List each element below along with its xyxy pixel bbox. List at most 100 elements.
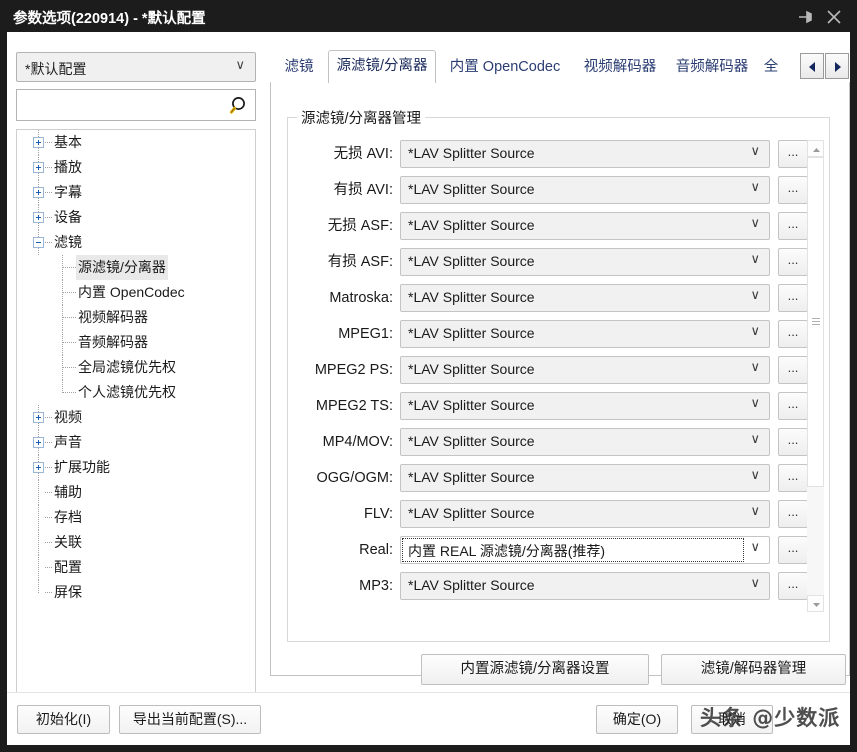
- filter-row-browse-button[interactable]: ...: [778, 536, 808, 564]
- tree-item-label: 源滤镜/分离器: [76, 255, 168, 280]
- filter-row-browse-button[interactable]: ...: [778, 428, 808, 456]
- tab-item[interactable]: 音频解码器: [666, 54, 758, 82]
- tree-item[interactable]: 视频解码器: [17, 305, 255, 330]
- tree-item-label: 设备: [54, 209, 82, 225]
- filter-row-combobox[interactable]: *LAV Splitter Source ∨: [400, 212, 770, 240]
- tree-item[interactable]: 音频解码器: [17, 330, 255, 355]
- tree-item[interactable]: 声音: [17, 430, 255, 455]
- tree-item[interactable]: 全局滤镜优先权: [17, 355, 255, 380]
- settings-tree[interactable]: 基本 播放 字幕设备滤镜源滤镜/分离器 内置 OpenCodec 视频解码器 音频解码器全…: [16, 129, 256, 726]
- tree-item[interactable]: 个人滤镜优先权: [17, 380, 255, 405]
- tab-strip: 滤镜 源滤镜/分离器 内置 OpenCodec 视频解码器 音频解码器全: [270, 50, 850, 83]
- search-icon[interactable]: [227, 95, 249, 117]
- tree-guide: [45, 142, 53, 143]
- scroll-down-icon[interactable]: [807, 595, 824, 612]
- tree-expander-icon[interactable]: [33, 187, 44, 198]
- search-box[interactable]: [16, 89, 256, 121]
- tab-scroll-left-button[interactable]: [800, 53, 824, 79]
- tab-item[interactable]: 源滤镜/分离器: [328, 50, 436, 83]
- filter-row-browse-button[interactable]: ...: [778, 140, 808, 168]
- tree-item-label: 滤镜: [54, 234, 82, 250]
- group-scrollbar[interactable]: [807, 140, 824, 612]
- tab-item[interactable]: 内置 OpenCodec: [436, 54, 574, 82]
- filter-row: 无损 AVI: *LAV Splitter Source ∨...: [288, 140, 831, 168]
- filter-row-browse-button[interactable]: ...: [778, 176, 808, 204]
- tree-item[interactable]: 滤镜: [17, 230, 255, 255]
- tree-item[interactable]: 视频: [17, 405, 255, 430]
- tree-item[interactable]: 扩展功能: [17, 455, 255, 480]
- tree-item[interactable]: 配置: [17, 555, 255, 580]
- right-pane: 滤镜 源滤镜/分离器 内置 OpenCodec 视频解码器 音频解码器全 源滤镜/分离器…: [262, 32, 850, 692]
- ok-button[interactable]: 确定(O): [596, 705, 678, 734]
- tree-expander-icon[interactable]: [33, 237, 44, 248]
- filter-row-combobox[interactable]: *LAV Splitter Source ∨: [400, 356, 770, 384]
- tree-item[interactable]: 关联: [17, 530, 255, 555]
- tree-expander-icon[interactable]: [33, 437, 44, 448]
- filter-row-combobox[interactable]: *LAV Splitter Source ∨: [400, 284, 770, 312]
- tree-item[interactable]: 存档: [17, 505, 255, 530]
- filter-row-combobox[interactable]: *LAV Splitter Source ∨: [400, 248, 770, 276]
- tree-item[interactable]: 辅助: [17, 480, 255, 505]
- tree-item[interactable]: 设备: [17, 205, 255, 230]
- pin-icon[interactable]: [793, 8, 815, 26]
- tree-item[interactable]: 基本: [17, 130, 255, 155]
- cancel-button[interactable]: 取消: [691, 705, 773, 734]
- scrollbar-track[interactable]: [807, 157, 824, 595]
- filter-row-browse-button[interactable]: ...: [778, 464, 808, 492]
- filter-row-value: *LAV Splitter Source: [408, 397, 535, 413]
- tree-guide: [38, 580, 39, 593]
- filter-row-combobox[interactable]: *LAV Splitter Source ∨: [400, 320, 770, 348]
- filter-decoder-manager-button[interactable]: 滤镜/解码器管理: [661, 654, 846, 685]
- tab-item[interactable]: 滤镜: [270, 54, 328, 82]
- tree-guide: [38, 530, 39, 555]
- filter-row-label: MP3:: [359, 578, 393, 594]
- tree-expander-icon[interactable]: [33, 162, 44, 173]
- tree-item[interactable]: 内置 OpenCodec: [17, 280, 255, 305]
- filter-row-combobox[interactable]: 内置 REAL 源滤镜/分离器(推荐) ∨: [400, 536, 770, 564]
- close-icon[interactable]: [823, 8, 845, 26]
- filter-row-combobox[interactable]: *LAV Splitter Source ∨: [400, 392, 770, 420]
- filter-row-browse-button[interactable]: ...: [778, 248, 808, 276]
- scroll-up-icon[interactable]: [807, 140, 824, 157]
- filter-row-browse-button[interactable]: ...: [778, 392, 808, 420]
- tree-item[interactable]: 屏保: [17, 580, 255, 605]
- export-config-button[interactable]: 导出当前配置(S)...: [119, 705, 261, 734]
- groupbox-title: 源滤镜/分离器管理: [297, 107, 426, 128]
- filter-row-combobox[interactable]: *LAV Splitter Source ∨: [400, 500, 770, 528]
- scrollbar-thumb[interactable]: [807, 157, 824, 487]
- search-input[interactable]: [22, 94, 222, 116]
- tree-guide: [45, 217, 53, 218]
- filter-row-combobox[interactable]: *LAV Splitter Source ∨: [400, 464, 770, 492]
- filter-row-combobox[interactable]: *LAV Splitter Source ∨: [400, 572, 770, 600]
- tree-expander-icon[interactable]: [33, 412, 44, 423]
- tree-item-label: 扩展功能: [54, 459, 110, 475]
- tree-expander-icon[interactable]: [33, 212, 44, 223]
- profile-select[interactable]: *默认配置 ∨: [16, 52, 256, 82]
- filter-row-browse-button[interactable]: ...: [778, 572, 808, 600]
- filter-row-combobox[interactable]: *LAV Splitter Source ∨: [400, 176, 770, 204]
- builtin-source-settings-button[interactable]: 内置源滤镜/分离器设置: [421, 654, 649, 685]
- filter-row-label: MP4/MOV:: [322, 434, 393, 450]
- tree-guide: [63, 367, 77, 368]
- tree-item[interactable]: 播放: [17, 155, 255, 180]
- left-pane: *默认配置 ∨ 基本 播放 字幕设备滤镜源滤镜/分离器 内置 OpenCodec 视频解…: [7, 32, 262, 726]
- tree-item[interactable]: 源滤镜/分离器: [17, 255, 255, 280]
- tree-item-label: 视频: [54, 409, 82, 425]
- chevron-down-icon: ∨: [750, 468, 760, 483]
- filter-row-combobox[interactable]: *LAV Splitter Source ∨: [400, 428, 770, 456]
- tree-item[interactable]: 字幕: [17, 180, 255, 205]
- tab-scroll-right-button[interactable]: [825, 53, 849, 79]
- filter-row-browse-button[interactable]: ...: [778, 212, 808, 240]
- filter-row-combobox[interactable]: *LAV Splitter Source ∨: [400, 140, 770, 168]
- tree-expander-icon[interactable]: [33, 137, 44, 148]
- tree-expander-icon[interactable]: [33, 462, 44, 473]
- filter-row-browse-button[interactable]: ...: [778, 320, 808, 348]
- filter-row: MPEG2 TS: *LAV Splitter Source ∨...: [288, 392, 831, 420]
- filter-row-browse-button[interactable]: ...: [778, 284, 808, 312]
- tab-item[interactable]: 视频解码器: [574, 54, 666, 82]
- filter-row-browse-button[interactable]: ...: [778, 500, 808, 528]
- filter-row-value: *LAV Splitter Source: [408, 217, 535, 233]
- initialize-button[interactable]: 初始化(I): [17, 705, 110, 734]
- filter-row-browse-button[interactable]: ...: [778, 356, 808, 384]
- tab-item[interactable]: 全: [758, 54, 784, 82]
